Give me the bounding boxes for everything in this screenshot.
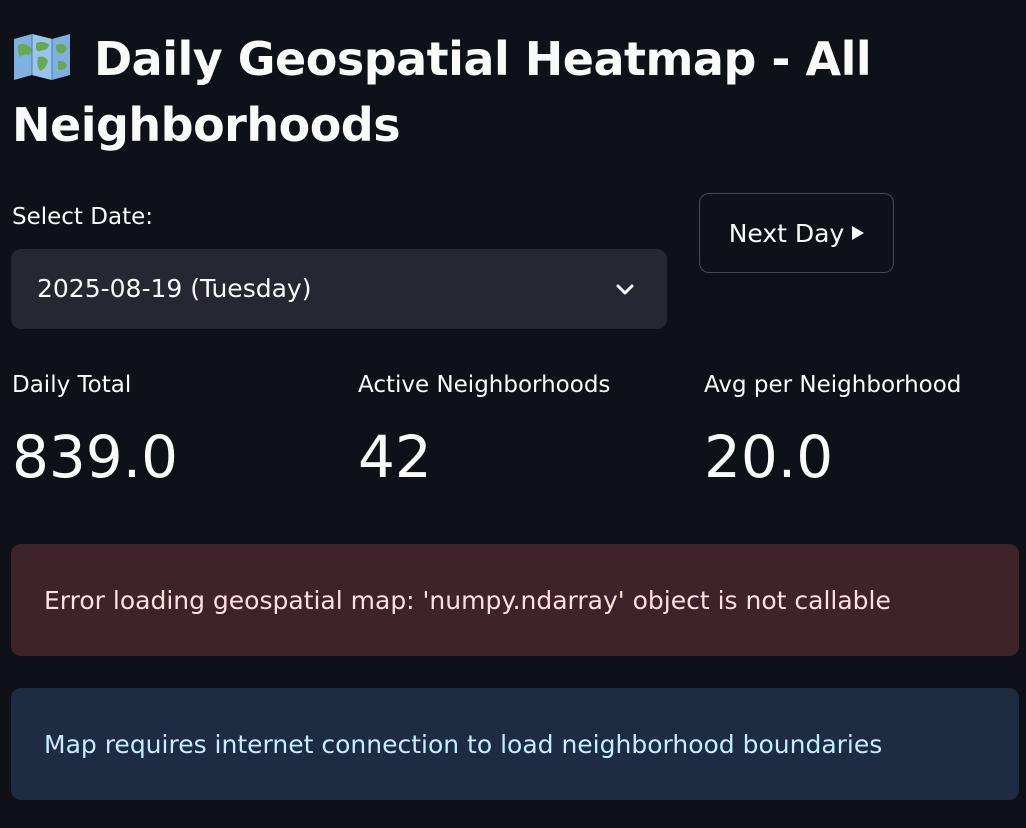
date-select[interactable]: 2025-08-19 (Tuesday) [11, 249, 667, 329]
date-select-label: Select Date: [12, 204, 153, 230]
metric-value: 20.0 [704, 423, 834, 491]
metric-label: Daily Total [12, 372, 132, 398]
metric-label: Active Neighborhoods [358, 372, 611, 398]
metric-value: 839.0 [12, 423, 179, 491]
next-day-button-label: Next Day [728, 218, 845, 248]
metric-label: Avg per Neighborhood [704, 372, 962, 398]
info-alert-text: Map requires internet connection to load… [44, 729, 883, 759]
info-alert: Map requires internet connection to load… [11, 688, 1019, 800]
metric-avg-per-neighborhood: Avg per Neighborhood 20.0 [704, 370, 1026, 492]
world-map-icon [12, 32, 72, 80]
metric-daily-total: Daily Total 839.0 [12, 370, 342, 492]
page-title-text: Daily Geospatial Heatmap - All Neighborh… [12, 32, 872, 152]
app-page: Daily Geospatial Heatmap - All Neighborh… [0, 0, 1026, 828]
next-day-button[interactable]: Next Day [699, 193, 894, 273]
chevron-down-icon[interactable] [613, 277, 637, 301]
page-title: Daily Geospatial Heatmap - All Neighborh… [12, 26, 1012, 158]
error-alert: Error loading geospatial map: 'numpy.nda… [11, 544, 1019, 656]
metric-value: 42 [358, 423, 432, 491]
error-alert-text: Error loading geospatial map: 'numpy.nda… [44, 585, 891, 615]
play-triangle-icon [852, 226, 865, 240]
metric-active-neighborhoods: Active Neighborhoods 42 [358, 370, 688, 492]
date-select-value: 2025-08-19 (Tuesday) [37, 274, 312, 303]
